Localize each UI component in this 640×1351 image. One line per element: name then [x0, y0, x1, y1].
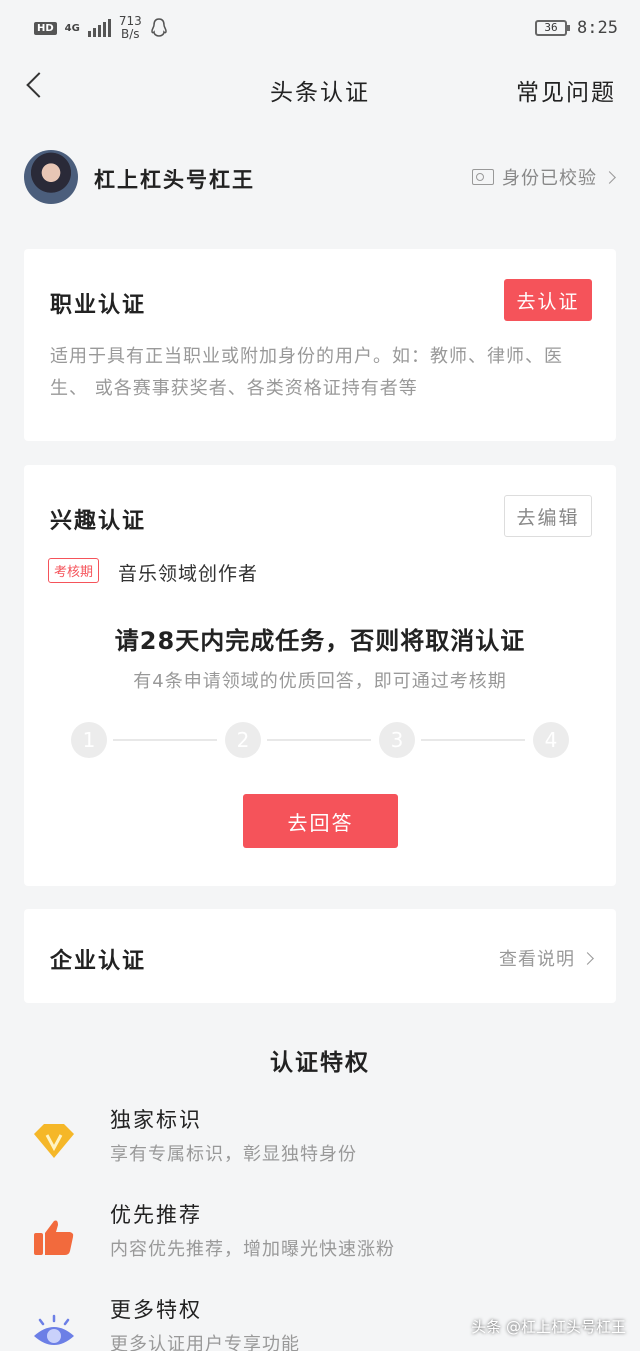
enterprise-cert-card[interactable]: 企业认证 查看说明 — [24, 909, 616, 1003]
progress-steps: 1 2 3 4 — [71, 722, 569, 758]
identity-verified-label: 身份已校验 — [502, 168, 597, 189]
step-3: 3 — [379, 722, 415, 758]
step-connector — [113, 739, 217, 741]
privilege-title: 更多特权 — [110, 1298, 202, 1322]
step-connector — [421, 739, 525, 741]
status-bar: HD 4G 713 B/s 36 8:25 — [0, 0, 640, 56]
professional-cert-title: 职业认证 — [50, 293, 147, 318]
step-2: 2 — [225, 722, 261, 758]
enterprise-cert-title: 企业认证 — [50, 949, 147, 974]
chevron-right-icon — [581, 951, 594, 965]
privilege-desc: 享有专属标识，彰显独特身份 — [110, 1144, 357, 1165]
interest-domain: 音乐领域创作者 — [118, 563, 259, 585]
chevron-right-icon — [603, 170, 616, 184]
professional-cert-card: 职业认证 去认证 适用于具有正当职业或附加身份的用户。如：教师、律师、医生、 或… — [24, 249, 616, 441]
view-explanation-link[interactable]: 查看说明 — [499, 945, 594, 971]
profile-row: 杠上杠头号杠王 身份已校验 — [0, 146, 640, 208]
privilege-title: 独家标识 — [110, 1108, 202, 1132]
speed-unit: B/s — [121, 27, 140, 41]
battery-icon: 36 — [535, 20, 571, 36]
privilege-title: 优先推荐 — [110, 1203, 202, 1227]
go-edit-button[interactable]: 去编辑 — [504, 495, 592, 537]
privilege-item: 优先推荐 内容优先推荐，增加曝光快速涨粉 — [0, 1199, 640, 1269]
signal-icon — [87, 19, 111, 37]
privilege-desc: 更多认证用户专享功能 — [110, 1334, 300, 1351]
username: 杠上杠头号杠王 — [94, 168, 255, 192]
probation-badge: 考核期 — [48, 558, 100, 583]
go-answer-button[interactable]: 去回答 — [243, 794, 398, 848]
faq-link[interactable]: 常见问题 — [516, 73, 616, 107]
step-4: 4 — [533, 722, 569, 758]
privileges-title: 认证特权 — [270, 1050, 370, 1076]
professional-cert-description: 适用于具有正当职业或附加身份的用户。如：教师、律师、医生、 或各赛事获奖者、各类… — [50, 346, 563, 399]
interest-cert-card: 兴趣认证 去编辑 考核期 音乐领域创作者 请28天内完成任务，否则将取消认证 有… — [24, 465, 616, 886]
eye-icon — [34, 1314, 74, 1345]
qq-icon — [150, 18, 167, 37]
network-speed: 713 B/s — [119, 15, 142, 41]
task-requirement-text: 有4条申请领域的优质回答，即可通过考核期 — [133, 671, 507, 692]
avatar[interactable] — [24, 150, 78, 204]
step-1: 1 — [71, 722, 107, 758]
identity-verified-link[interactable]: 身份已校验 — [472, 164, 616, 190]
step-connector — [267, 739, 371, 741]
watermark: 头条 @杠上杠头号杠王 — [471, 1318, 626, 1336]
hd-icon: HD — [34, 21, 57, 35]
interest-cert-title: 兴趣认证 — [50, 509, 147, 534]
view-explanation-label: 查看说明 — [499, 949, 575, 970]
privilege-item: 独家标识 享有专属标识，彰显独特身份 — [0, 1104, 640, 1174]
thumbs-up-icon — [34, 1220, 74, 1255]
task-deadline-text: 请28天内完成任务，否则将取消认证 — [114, 627, 526, 655]
id-card-icon — [472, 169, 494, 185]
privilege-desc: 内容优先推荐，增加曝光快速涨粉 — [110, 1239, 395, 1260]
network-type: 4G — [64, 22, 80, 34]
clock: 8:25 — [577, 18, 618, 38]
diamond-v-icon — [34, 1124, 74, 1158]
nav-bar: 头条认证 常见问题 — [0, 56, 640, 122]
go-certify-button[interactable]: 去认证 — [504, 279, 592, 321]
